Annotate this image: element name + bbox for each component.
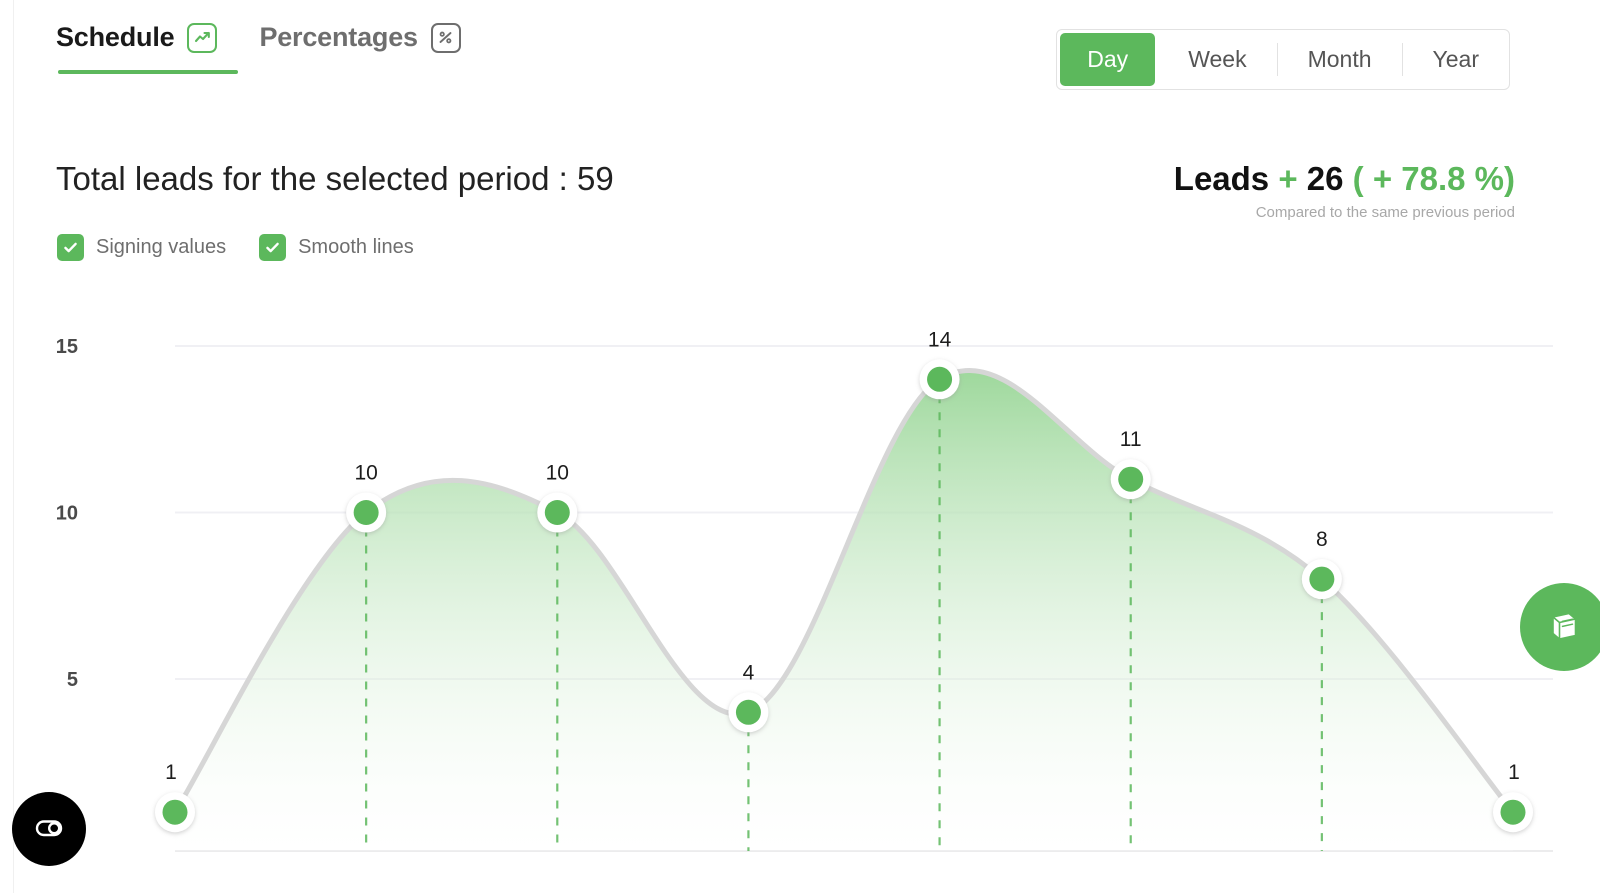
leads-delta-sign: + bbox=[1278, 160, 1298, 197]
data-point-marker[interactable] bbox=[1110, 459, 1151, 500]
data-point-marker[interactable] bbox=[346, 492, 387, 533]
data-point-value-label: 11 bbox=[1120, 428, 1142, 451]
data-point-marker[interactable] bbox=[728, 692, 769, 733]
chart-y-axis-labels: 5 10 15 bbox=[56, 336, 78, 691]
tab-percentages-label: Percentages bbox=[259, 22, 418, 52]
tab-schedule[interactable]: Schedule bbox=[56, 22, 238, 74]
leads-chart-page: Schedule Percentages Day Week Month Year… bbox=[0, 0, 1600, 893]
period-option-day[interactable]: Day bbox=[1060, 33, 1156, 86]
percent-icon bbox=[430, 22, 461, 53]
checkbox-smooth-lines[interactable]: Smooth lines bbox=[259, 234, 414, 261]
checkbox-signing-values-label: Signing values bbox=[96, 236, 227, 258]
trend-up-icon bbox=[187, 22, 218, 53]
chart-options: Signing values Smooth lines bbox=[57, 234, 414, 261]
checkbox-signing-values[interactable]: Signing values bbox=[57, 234, 226, 261]
period-selector: Day Week Month Year bbox=[1056, 29, 1510, 90]
tab-schedule-label: Schedule bbox=[56, 22, 175, 52]
data-point-marker[interactable] bbox=[919, 359, 960, 400]
data-point-value-label: 8 bbox=[1316, 528, 1328, 551]
leads-delta-percent: ( + 78.8 %) bbox=[1352, 160, 1515, 197]
data-point-value-label: 14 bbox=[928, 328, 952, 351]
leads-delta-block: Leads + 26 ( + 78.8 %) Compared to the s… bbox=[1174, 160, 1515, 221]
data-point-value-label: 1 bbox=[1508, 761, 1520, 784]
y-axis-tick-label: 15 bbox=[56, 336, 78, 358]
chart-canvas: 5 10 15 1 10 10 4 14 11 8 1 bbox=[56, 328, 1553, 852]
leads-delta-value: 26 bbox=[1306, 160, 1344, 197]
data-point-value-label: 4 bbox=[743, 661, 755, 684]
data-point-value-label: 1 bbox=[165, 761, 177, 784]
check-icon bbox=[259, 234, 287, 261]
view-tabs: Schedule Percentages bbox=[56, 22, 461, 74]
toggle-icon bbox=[30, 809, 68, 850]
leads-area-chart: 5 10 15 1 10 10 4 14 11 8 1 bbox=[0, 300, 1600, 893]
data-point-value-label: 10 bbox=[354, 462, 377, 485]
period-option-week[interactable]: Week bbox=[1158, 30, 1276, 89]
tab-percentages[interactable]: Percentages bbox=[259, 22, 461, 61]
leads-delta-metric: Leads bbox=[1173, 160, 1270, 197]
manual-fab-button[interactable] bbox=[1520, 583, 1600, 671]
y-axis-tick-label: 5 bbox=[67, 669, 78, 691]
check-icon bbox=[57, 234, 84, 261]
book-icon bbox=[1544, 606, 1584, 649]
tab-active-indicator bbox=[58, 70, 238, 74]
page-header: Schedule Percentages Day Week Month Year bbox=[0, 0, 1600, 104]
data-point-marker[interactable] bbox=[155, 792, 195, 833]
data-point-marker[interactable] bbox=[1301, 559, 1342, 600]
data-point-marker[interactable] bbox=[1493, 792, 1533, 833]
leads-delta-main: Leads + 26 ( + 78.8 %) bbox=[1174, 160, 1515, 199]
accessibility-widget-button[interactable] bbox=[12, 792, 86, 866]
checkbox-smooth-lines-label: Smooth lines bbox=[298, 236, 414, 258]
data-point-marker[interactable] bbox=[537, 492, 578, 533]
data-point-value-label: 10 bbox=[546, 462, 569, 485]
period-option-year[interactable]: Year bbox=[1403, 30, 1509, 89]
y-axis-tick-label: 10 bbox=[56, 503, 78, 525]
chart-area-fill bbox=[175, 370, 1513, 851]
page-title: Total leads for the selected period : 59 bbox=[56, 160, 614, 197]
period-option-month[interactable]: Month bbox=[1278, 30, 1402, 89]
leads-delta-note: Compared to the same previous period bbox=[1255, 203, 1515, 221]
